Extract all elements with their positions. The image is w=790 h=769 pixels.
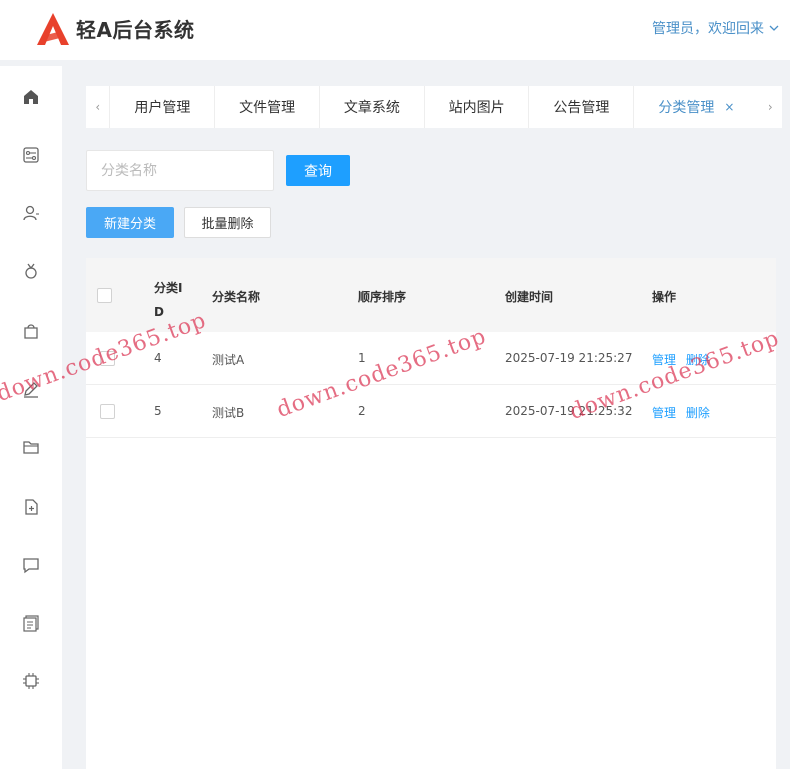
user-menu[interactable]: 管理员，欢迎回来 (652, 18, 780, 38)
cell-name: 测试B (212, 406, 245, 420)
table-header: 分类I D 分类名称 顺序排序 创建时间 操作 (86, 258, 776, 332)
tab-label: 公告管理 (553, 100, 610, 116)
column-header-order: 顺序排序 (358, 290, 407, 304)
tab-file-management[interactable]: 文件管理 (214, 86, 319, 128)
delete-link[interactable]: 删除 (686, 353, 710, 367)
delete-link[interactable]: 删除 (686, 406, 710, 420)
category-table: 分类I D 分类名称 顺序排序 创建时间 操作 4 测试A 1 2025-07-… (86, 258, 776, 769)
tab-category-management[interactable]: 分类管理 × (633, 86, 758, 128)
table-row: 4 测试A 1 2025-07-19 21:25:27 管理 删除 (86, 332, 776, 385)
tab-label: 文章系统 (343, 100, 400, 116)
row-checkbox[interactable] (100, 351, 115, 366)
batch-delete-button[interactable]: 批量删除 (184, 207, 271, 238)
cell-id: 4 (154, 351, 162, 365)
category-name-search-input[interactable] (86, 150, 274, 191)
table-row: 5 测试B 2 2025-07-19 21:25:32 管理 删除 (86, 385, 776, 438)
edit-icon[interactable] (22, 380, 40, 398)
tab-site-images[interactable]: 站内图片 (423, 86, 529, 128)
cell-order: 2 (358, 404, 366, 418)
sidebar (0, 66, 62, 769)
tab-bar: ‹ 用户管理 文件管理 文章系统 站内图片 公告管理 分类管理 × › (86, 86, 782, 128)
tab-scroll-right-icon[interactable]: › (759, 86, 782, 128)
manage-link[interactable]: 管理 (652, 353, 676, 367)
close-icon[interactable]: × (724, 100, 734, 114)
home-icon[interactable] (22, 88, 40, 106)
tab-article-system[interactable]: 文章系统 (318, 86, 424, 128)
top-bar: 轻A后台系统 管理员，欢迎回来 (0, 0, 790, 60)
query-button[interactable]: 查询 (286, 155, 350, 186)
user-menu-label: 管理员，欢迎回来 (652, 21, 764, 37)
column-header-actions: 操作 (652, 290, 677, 304)
tab-label: 分类管理 (658, 100, 715, 116)
document-icon[interactable] (22, 614, 40, 632)
tab-user-management[interactable]: 用户管理 (109, 86, 214, 128)
tab-label: 站内图片 (448, 100, 505, 116)
row-checkbox[interactable] (100, 404, 115, 419)
cell-order: 1 (358, 351, 366, 365)
cell-name: 测试A (212, 353, 245, 367)
tab-scroll-left-icon[interactable]: ‹ (86, 86, 109, 128)
tab-label: 文件管理 (239, 100, 296, 116)
column-header-created: 创建时间 (505, 290, 554, 304)
column-header-id: 分类I D (154, 281, 183, 319)
cell-created: 2025-07-19 21:25:27 (505, 351, 633, 365)
select-all-checkbox[interactable] (97, 288, 112, 303)
message-icon[interactable] (22, 556, 40, 574)
manage-link[interactable]: 管理 (652, 406, 676, 420)
shopping-bag-icon[interactable] (22, 322, 40, 340)
column-header-name: 分类名称 (212, 290, 261, 304)
new-category-button[interactable]: 新建分类 (86, 207, 174, 238)
cell-id: 5 (154, 404, 162, 418)
chevron-down-icon (769, 25, 779, 31)
cell-created: 2025-07-19 21:25:32 (505, 404, 633, 418)
folder-icon[interactable] (22, 438, 40, 456)
user-icon[interactable] (22, 204, 40, 222)
role-icon[interactable] (22, 262, 40, 280)
tab-label: 用户管理 (134, 100, 191, 116)
tab-announcements[interactable]: 公告管理 (528, 86, 633, 128)
dashboard-icon[interactable] (22, 146, 40, 164)
app-logo-icon (37, 13, 69, 45)
file-add-icon[interactable] (22, 498, 40, 516)
chip-icon[interactable] (22, 672, 40, 690)
app-title: 轻A后台系统 (76, 18, 195, 42)
